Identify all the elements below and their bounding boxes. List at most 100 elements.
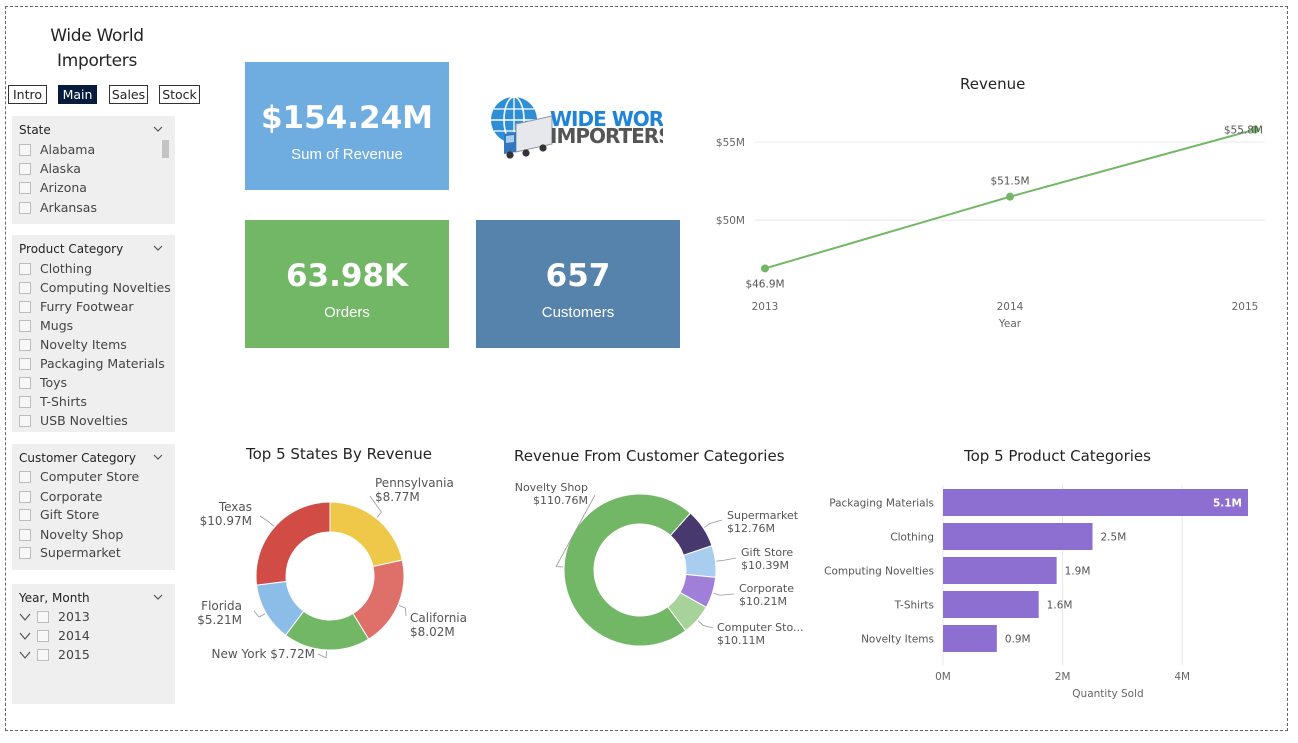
checkbox[interactable] bbox=[19, 470, 31, 483]
year-month-slicer: Year, Month 2013 2014 2015 bbox=[12, 584, 175, 704]
slice-category-label: Pennsylvania bbox=[375, 476, 454, 490]
checkbox[interactable] bbox=[19, 357, 31, 370]
slicer-item-novelty-shop[interactable]: Novelty Shop bbox=[19, 525, 123, 544]
checkbox[interactable] bbox=[19, 300, 31, 313]
card-label: Orders bbox=[324, 304, 370, 321]
data-label: 2.5M bbox=[1101, 532, 1127, 544]
checkbox[interactable] bbox=[19, 143, 31, 156]
checkbox[interactable] bbox=[19, 546, 31, 559]
slicer-item-clothing[interactable]: Clothing bbox=[19, 259, 92, 278]
category-label: Novelty Items bbox=[861, 634, 934, 646]
customers-card[interactable]: 657 Customers bbox=[476, 220, 680, 348]
chevron-down-icon[interactable] bbox=[153, 243, 163, 253]
slice-category-label: Computer Sto... bbox=[717, 621, 804, 634]
customer-category-slicer: Customer Category Computer Store Corpora… bbox=[12, 444, 175, 570]
state-slicer: State Alabama Alaska Arizona Arkansas bbox=[12, 116, 175, 224]
checkbox[interactable] bbox=[19, 281, 31, 294]
product-categories-chart-title: Top 5 Product Categories bbox=[964, 447, 1151, 465]
revenue-line-chart[interactable]: $50M $55M $46.9M 2013 $51.5M 2014 $55.8M 2015 Ye… bbox=[700, 95, 1290, 340]
chevron-down-icon[interactable] bbox=[19, 650, 31, 660]
slicer-item-alabama[interactable]: Alabama bbox=[19, 140, 95, 159]
states-donut-chart[interactable]: Pennsylvania$8.77M California$8.02M New Yo… bbox=[190, 466, 490, 681]
slice-value-label: $12.76M bbox=[727, 522, 775, 535]
checkbox[interactable] bbox=[19, 490, 31, 503]
logo-line-2: IMPORTERS bbox=[550, 124, 663, 148]
nav-main-button[interactable]: Main bbox=[58, 85, 97, 104]
slicer-item-computer-store[interactable]: Computer Store bbox=[19, 467, 139, 486]
slice-value-label: $10.21M bbox=[739, 595, 787, 608]
chevron-down-icon[interactable] bbox=[153, 452, 163, 462]
checkbox[interactable] bbox=[37, 648, 49, 661]
checkbox[interactable] bbox=[19, 508, 31, 521]
checkbox[interactable] bbox=[19, 395, 31, 408]
checkbox[interactable] bbox=[19, 528, 31, 541]
scrollbar-thumb[interactable] bbox=[162, 140, 169, 158]
checkbox[interactable] bbox=[19, 319, 31, 332]
category-label: Computing Novelties bbox=[824, 566, 934, 578]
slicer-item-toys[interactable]: Toys bbox=[19, 373, 67, 392]
slice-value-label: $10.39M bbox=[741, 559, 789, 572]
category-label: T-Shirts bbox=[894, 600, 934, 612]
slicer-item-arizona[interactable]: Arizona bbox=[19, 178, 87, 197]
leader-line bbox=[703, 519, 723, 528]
data-point bbox=[761, 264, 769, 273]
slicer-item-usb-novelties[interactable]: USB Novelties bbox=[19, 411, 128, 430]
slicer-item-2014[interactable]: 2014 bbox=[19, 626, 90, 645]
nav-intro-button[interactable]: Intro bbox=[8, 85, 47, 104]
checkbox[interactable] bbox=[37, 610, 49, 623]
slice-category-label: Corporate bbox=[739, 582, 794, 595]
slice-category-label: Florida bbox=[201, 599, 242, 613]
slicer-item-gift-store[interactable]: Gift Store bbox=[19, 505, 99, 524]
slice-pennsylvania bbox=[329, 501, 403, 568]
bar-packaging-materials bbox=[943, 489, 1248, 516]
checkbox[interactable] bbox=[19, 162, 31, 175]
states-chart-title: Top 5 States By Revenue bbox=[246, 445, 432, 463]
chevron-down-icon[interactable] bbox=[153, 592, 163, 602]
slicer-item-packaging-materials[interactable]: Packaging Materials bbox=[19, 354, 165, 373]
x-tick-label: 0M bbox=[935, 671, 951, 683]
slicer-item-novelty-items[interactable]: Novelty Items bbox=[19, 335, 127, 354]
checkbox[interactable] bbox=[19, 262, 31, 275]
leader-line bbox=[253, 610, 266, 618]
x-tick-label: 2013 bbox=[752, 301, 779, 313]
data-point bbox=[1006, 192, 1014, 201]
slice-value-label: $8.77M bbox=[375, 490, 420, 504]
y-tick-label: $50M bbox=[716, 215, 745, 227]
bar-novelty-items bbox=[943, 625, 997, 652]
checkbox[interactable] bbox=[19, 181, 31, 194]
slicer-item-t-shirts[interactable]: T-Shirts bbox=[19, 392, 87, 411]
slice-texas bbox=[255, 501, 331, 586]
data-label: $46.9M bbox=[745, 278, 784, 290]
checkbox[interactable] bbox=[19, 376, 31, 389]
slice-value-label: $110.76M bbox=[533, 494, 588, 507]
slicer-item-alaska[interactable]: Alaska bbox=[19, 159, 81, 178]
slice-category-label: Supermarket bbox=[727, 509, 799, 522]
data-label: $51.5M bbox=[990, 176, 1029, 188]
data-label: 0.9M bbox=[1005, 634, 1031, 646]
checkbox[interactable] bbox=[19, 201, 31, 214]
slice-category-label: Texas bbox=[218, 500, 252, 514]
slicer-item-furry-footwear[interactable]: Furry Footwear bbox=[19, 297, 134, 316]
checkbox[interactable] bbox=[19, 414, 31, 427]
slicer-item-mugs[interactable]: Mugs bbox=[19, 316, 73, 335]
checkbox[interactable] bbox=[37, 629, 49, 642]
slicer-item-supermarket[interactable]: Supermarket bbox=[19, 543, 121, 562]
orders-card[interactable]: 63.98K Orders bbox=[245, 220, 449, 348]
checkbox[interactable] bbox=[19, 338, 31, 351]
slicer-item-computing-novelties[interactable]: Computing Novelties bbox=[19, 278, 171, 297]
slicer-item-2013[interactable]: 2013 bbox=[19, 607, 90, 626]
chevron-down-icon[interactable] bbox=[153, 124, 163, 134]
customer-categories-donut-chart[interactable]: Novelty Shop$110.76M Supermarket$12.76M Gi… bbox=[500, 470, 818, 680]
revenue-card[interactable]: $154.24M Sum of Revenue bbox=[245, 62, 449, 190]
product-categories-bar-chart[interactable]: 0M 2M 4M Packaging Materials 5.1M Clothing 2.5… bbox=[820, 475, 1280, 705]
chevron-down-icon[interactable] bbox=[19, 631, 31, 641]
slicer-item-2015[interactable]: 2015 bbox=[19, 645, 90, 664]
nav-stock-button[interactable]: Stock bbox=[159, 85, 200, 104]
nav-sales-button[interactable]: Sales bbox=[109, 85, 148, 104]
x-tick-label: 2015 bbox=[1232, 301, 1259, 313]
leader-line bbox=[697, 620, 714, 629]
slicer-item-arkansas[interactable]: Arkansas bbox=[19, 198, 97, 217]
data-label: $55.8M bbox=[1224, 125, 1263, 137]
chevron-down-icon[interactable] bbox=[19, 612, 31, 622]
slicer-item-corporate[interactable]: Corporate bbox=[19, 487, 103, 506]
